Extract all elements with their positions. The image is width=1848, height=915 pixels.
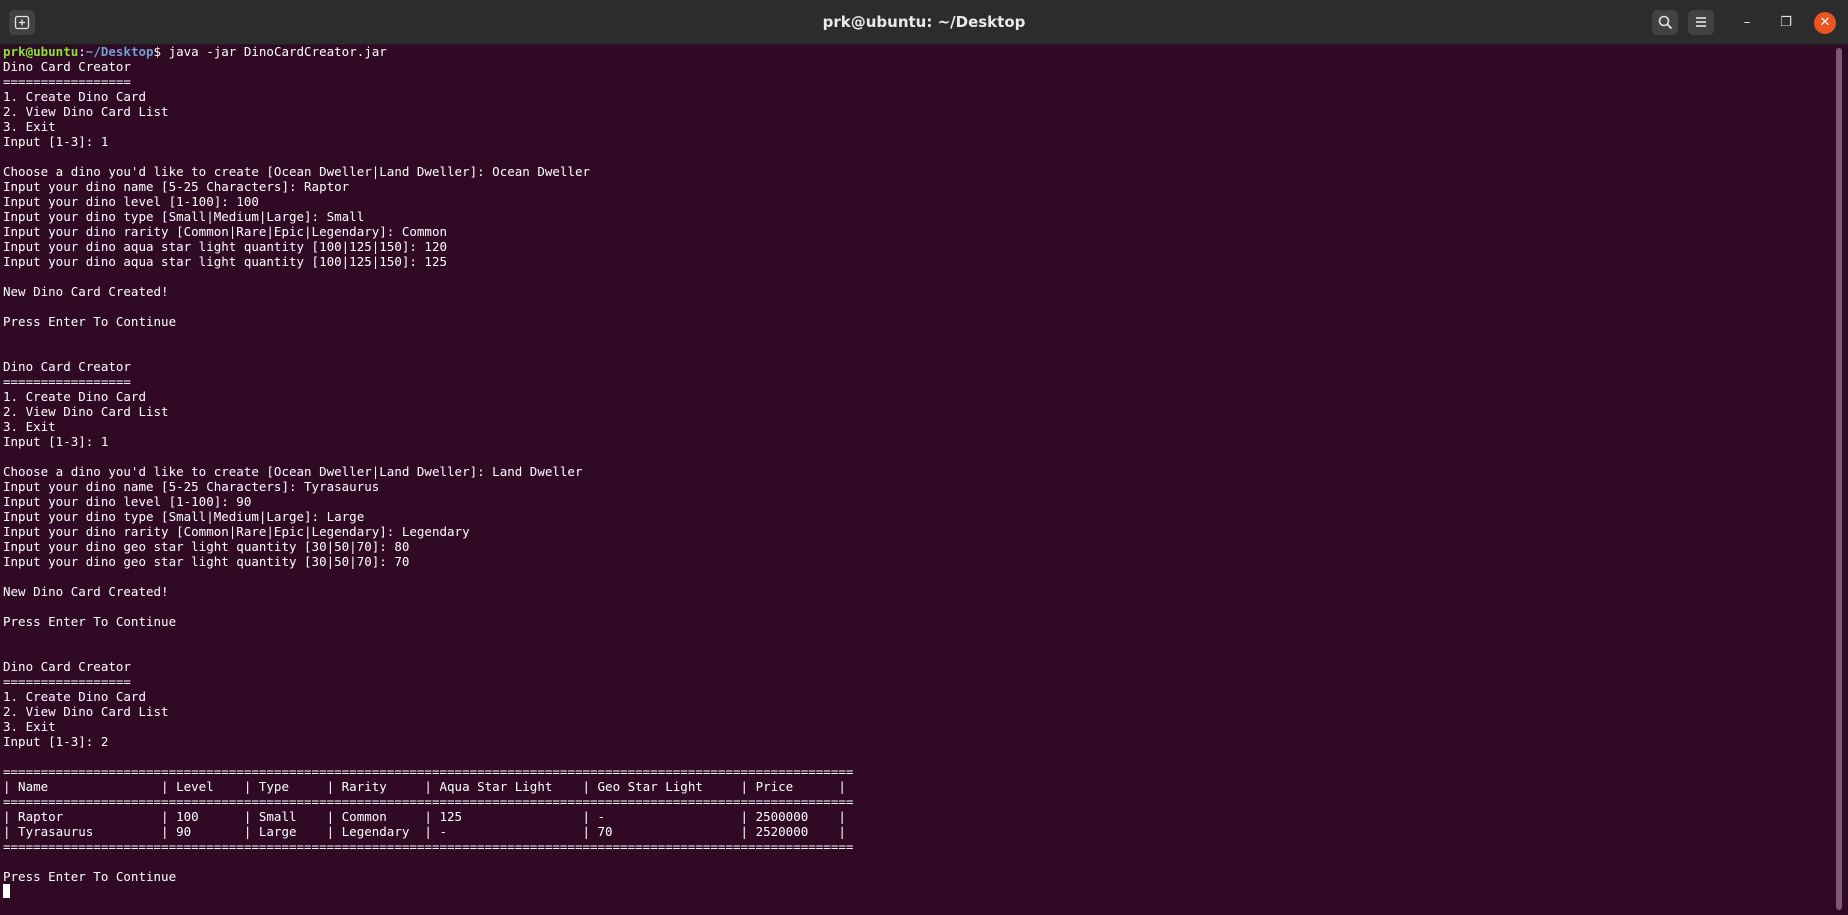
prompt-colon: : xyxy=(78,44,86,59)
output-line: Input your dino rarity [Common|Rare|Epic… xyxy=(3,524,470,539)
output-line: Input [1-3]: 1 xyxy=(3,134,109,149)
output-line: Input your dino geo star light quantity … xyxy=(3,539,410,554)
new-tab-icon xyxy=(14,15,30,30)
text-cursor xyxy=(3,884,10,898)
output-line: ========================================… xyxy=(3,794,854,809)
output-line: 2. View Dino Card List xyxy=(3,104,169,119)
output-line: 3. Exit xyxy=(3,719,56,734)
output-line: | Raptor | 100 | Small | Common | 125 | … xyxy=(3,809,846,824)
output-line: ================= xyxy=(3,74,131,89)
window-title: prk@ubuntu: ~/Desktop xyxy=(822,13,1026,31)
output-line: Dino Card Creator xyxy=(3,359,131,374)
output-line: 3. Exit xyxy=(3,419,56,434)
output-line: Input your dino type [Small|Medium|Large… xyxy=(3,209,365,224)
prompt-symbol: $ xyxy=(153,44,169,59)
output-line: Input your dino name [5-25 Characters]: … xyxy=(3,479,380,494)
output-line: Input [1-3]: 1 xyxy=(3,434,109,449)
menu-button[interactable] xyxy=(1688,10,1714,35)
prompt-path: ~/Desktop xyxy=(85,44,154,59)
maximize-button[interactable]: ❐ xyxy=(1775,12,1797,34)
terminal-output[interactable]: prk@ubuntu:~/Desktop$ java -jar DinoCard… xyxy=(3,44,1833,912)
output-line: 2. View Dino Card List xyxy=(3,404,169,419)
output-line: 2. View Dino Card List xyxy=(3,704,169,719)
output-line: Press Enter To Continue xyxy=(3,614,177,629)
title-bar: prk@ubuntu: ~/Desktop – ❐ ✕ xyxy=(0,0,1848,45)
prompt-command: java -jar DinoCardCreator.jar xyxy=(168,44,387,59)
minimize-button[interactable]: – xyxy=(1736,12,1758,34)
cursor-line xyxy=(3,884,1833,899)
output-line: Input your dino name [5-25 Characters]: … xyxy=(3,179,350,194)
output-line: | Tyrasaurus | 90 | Large | Legendary | … xyxy=(3,824,846,839)
output-line: Input your dino type [Small|Medium|Large… xyxy=(3,509,365,524)
output-line: Choose a dino you'd like to create [Ocea… xyxy=(3,464,583,479)
output-line: New Dino Card Created! xyxy=(3,584,169,599)
search-icon xyxy=(1658,15,1672,30)
output-line: Input your dino level [1-100]: 90 xyxy=(3,494,252,509)
new-tab-button[interactable] xyxy=(9,10,35,35)
output-line: Input your dino aqua star light quantity… xyxy=(3,239,448,254)
output-line: Dino Card Creator xyxy=(3,59,131,74)
output-line: Input your dino level [1-100]: 100 xyxy=(3,194,259,209)
output-line: ================= xyxy=(3,674,131,689)
prompt-line: prk@ubuntu:~/Desktop$ java -jar DinoCard… xyxy=(3,44,1833,59)
prompt-user-host: prk@ubuntu xyxy=(3,44,79,59)
output-line: Press Enter To Continue xyxy=(3,869,177,884)
output-line: Press Enter To Continue xyxy=(3,314,177,329)
hamburger-menu-icon xyxy=(1696,17,1706,27)
output-line: 1. Create Dino Card xyxy=(3,89,146,104)
close-button[interactable]: ✕ xyxy=(1814,12,1836,34)
output-line: 1. Create Dino Card xyxy=(3,389,146,404)
output-line: ========================================… xyxy=(3,839,854,854)
close-icon: ✕ xyxy=(1819,15,1831,30)
output-line: ================= xyxy=(3,374,131,389)
output-line: 3. Exit xyxy=(3,119,56,134)
output-line: Choose a dino you'd like to create [Ocea… xyxy=(3,164,590,179)
output-line: 1. Create Dino Card xyxy=(3,689,146,704)
output-line: Input your dino geo star light quantity … xyxy=(3,554,410,569)
output-line: Dino Card Creator xyxy=(3,659,131,674)
output-line: Input [1-3]: 2 xyxy=(3,734,109,749)
minimize-icon: – xyxy=(1743,15,1751,30)
output-line: Input your dino aqua star light quantity… xyxy=(3,254,448,269)
output-lines: Dino Card Creator ================= 1. Cre… xyxy=(3,59,1833,884)
search-button[interactable] xyxy=(1652,10,1678,35)
output-line: ========================================… xyxy=(3,764,854,779)
terminal-window: prk@ubuntu: ~/Desktop – ❐ ✕ prk@ubuntu:~… xyxy=(0,0,1848,915)
output-line: | Name | Level | Type | Rarity | Aqua St… xyxy=(3,779,846,794)
scrollbar[interactable] xyxy=(1836,48,1842,910)
output-line: Input your dino rarity [Common|Rare|Epic… xyxy=(3,224,448,239)
maximize-icon: ❐ xyxy=(1780,15,1792,30)
output-line: New Dino Card Created! xyxy=(3,284,169,299)
